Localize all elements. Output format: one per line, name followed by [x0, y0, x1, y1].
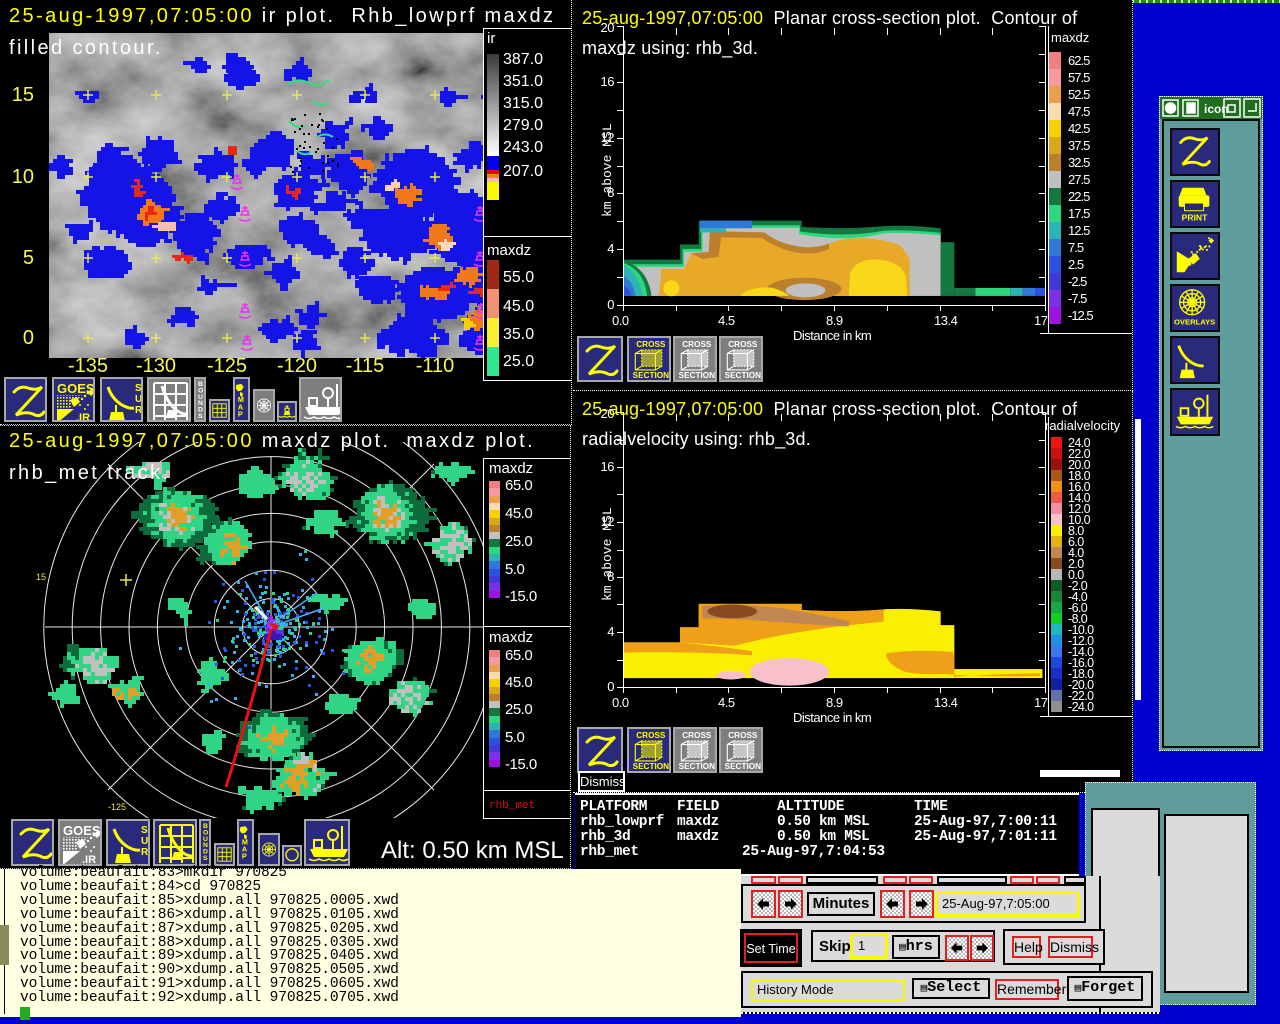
svg-text:S: S — [135, 383, 141, 394]
svg-text:SECTION: SECTION — [633, 371, 669, 380]
svg-text:R: R — [135, 405, 141, 416]
svg-text:SECTION: SECTION — [725, 762, 761, 771]
svg-text:P: P — [238, 409, 243, 418]
svg-text:CROSS: CROSS — [682, 731, 712, 740]
svg-text:SECTION: SECTION — [725, 371, 761, 380]
svg-text:15: 15 — [36, 572, 46, 582]
svg-text:R: R — [141, 847, 148, 858]
svg-text:S: S — [203, 855, 208, 862]
svg-text:U: U — [141, 836, 148, 847]
svg-text:P: P — [242, 852, 247, 861]
svg-text:S: S — [198, 413, 203, 420]
svg-text:SECTION: SECTION — [679, 762, 715, 771]
svg-text:OVERLAYS: OVERLAYS — [1174, 317, 1215, 326]
svg-text:CROSS: CROSS — [636, 731, 666, 740]
svg-text:U: U — [135, 394, 141, 405]
svg-text:CROSS: CROSS — [636, 340, 666, 349]
svg-text:SECTION: SECTION — [679, 371, 715, 380]
svg-text:CROSS: CROSS — [728, 340, 758, 349]
svg-text:S: S — [141, 825, 148, 836]
svg-text:-125: -125 — [108, 802, 126, 812]
svg-text:icon: icon — [1204, 102, 1229, 116]
svg-text:CROSS: CROSS — [728, 731, 758, 740]
svg-text:.IR: .IR — [76, 412, 90, 420]
svg-text:PRINT: PRINT — [1182, 212, 1209, 222]
svg-text:CROSS: CROSS — [682, 340, 712, 349]
svg-text:.IR: .IR — [82, 854, 96, 864]
svg-text:SECTION: SECTION — [633, 762, 669, 771]
